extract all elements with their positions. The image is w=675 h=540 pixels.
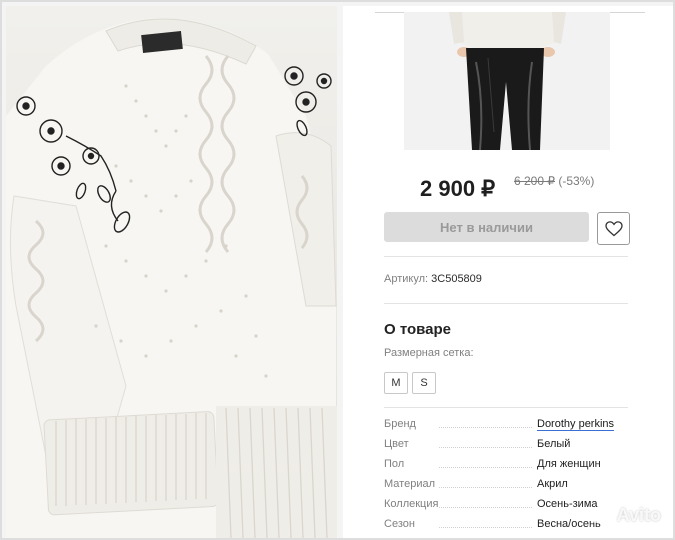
old-price: 6 200 ₽ <box>514 174 555 188</box>
collage-frame: 2 900 ₽ 6 200 ₽ (-53%) Нет в наличии Арт… <box>0 0 675 540</box>
size-chart-label: Размерная сетка: <box>384 347 474 359</box>
spec-row-color: Цвет Белый <box>384 438 634 458</box>
product-thumbnail[interactable] <box>404 12 610 150</box>
spec-value: Для женщин <box>537 458 601 470</box>
spec-key: Коллекция <box>384 498 439 510</box>
spec-leader <box>439 507 532 508</box>
sku-line: Артикул: 3C505809 <box>384 273 482 285</box>
heart-icon <box>604 220 623 236</box>
sku-value: 3C505809 <box>431 273 482 285</box>
about-product-title: О товаре <box>384 321 452 338</box>
spec-value: Осень-зима <box>537 498 598 510</box>
spec-leader <box>439 527 532 528</box>
sku-label: Артикул: <box>384 273 429 285</box>
spec-key: Сезон <box>384 518 415 530</box>
spec-row-gender: Пол Для женщин <box>384 458 634 478</box>
section-divider <box>384 256 628 257</box>
current-price: 2 900 ₽ <box>420 176 496 201</box>
avito-watermark: Avito <box>590 504 661 526</box>
out-of-stock-button[interactable]: Нет в наличии <box>384 212 589 242</box>
sweater-photo <box>6 6 337 538</box>
product-details-panel: 2 900 ₽ 6 200 ₽ (-53%) Нет в наличии Арт… <box>343 6 673 538</box>
old-price-block: 6 200 ₽ (-53%) <box>514 174 594 188</box>
size-option-s[interactable]: S <box>412 372 436 394</box>
spec-row-material: Материал Акрил <box>384 478 634 498</box>
spec-value: Белый <box>537 438 571 450</box>
avito-logo-icon <box>590 504 613 526</box>
spec-key: Бренд <box>384 418 416 430</box>
spec-leader <box>439 447 532 448</box>
size-option-m[interactable]: M <box>384 372 408 394</box>
spec-row-brand: Бренд Dorothy perkins <box>384 418 634 438</box>
spec-leader <box>439 427 532 428</box>
section-divider <box>384 303 628 304</box>
avito-wordmark: Avito <box>616 504 661 525</box>
spec-key: Цвет <box>384 438 409 450</box>
spec-key: Материал <box>384 478 435 490</box>
spec-value: Акрил <box>537 478 568 490</box>
spec-leader <box>439 467 532 468</box>
favorite-button[interactable] <box>597 212 630 245</box>
brand-link[interactable]: Dorothy perkins <box>537 418 615 431</box>
section-divider <box>384 407 628 408</box>
spec-leader <box>439 487 532 488</box>
discount-percent: (-53%) <box>558 174 595 188</box>
spec-key: Пол <box>384 458 405 470</box>
